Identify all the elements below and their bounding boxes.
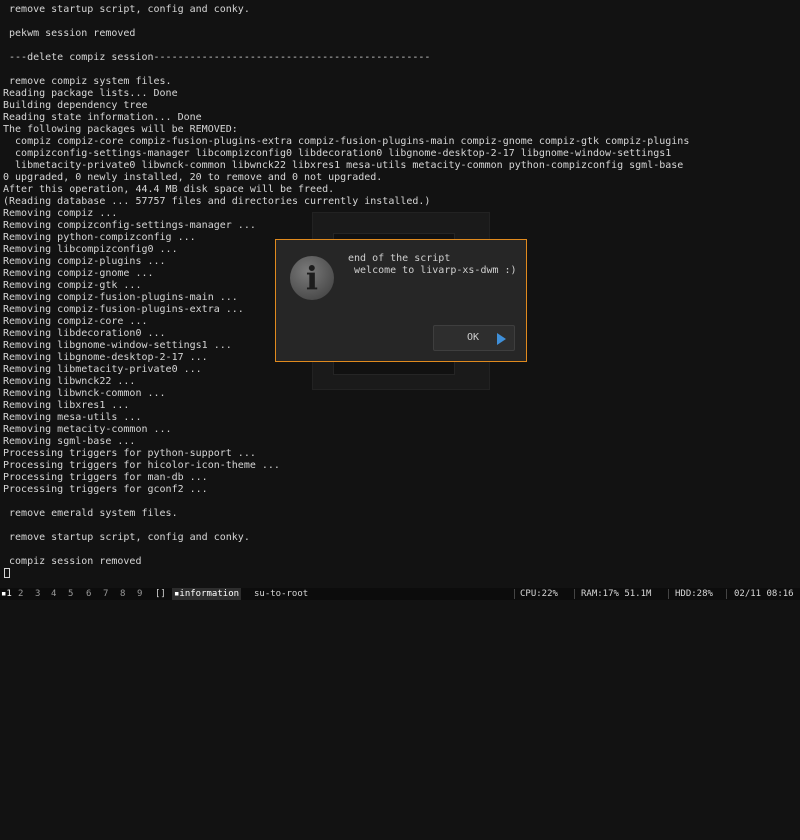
play-arrow-icon	[497, 333, 506, 345]
terminal-line: Processing triggers for hicolor-icon-the…	[3, 460, 280, 471]
hdd-status: HDD:28%	[675, 589, 713, 599]
terminal-line: libmetacity-private0 libwnck-common libw…	[3, 160, 684, 171]
dwm-status-bar: ▪1 2 3 4 5 6 7 8 9 [] ▪information su-to…	[0, 588, 800, 600]
active-window-title[interactable]: ▪information	[172, 588, 242, 600]
dialog-message: end of the script welcome to livarp-xs-d…	[348, 253, 517, 277]
terminal-line: compiz session removed	[3, 556, 142, 567]
status-separator	[668, 589, 669, 599]
ok-button-label: OK	[467, 332, 480, 343]
layout-symbol[interactable]: []	[155, 588, 166, 600]
tag-3[interactable]: 3	[35, 588, 40, 600]
tag-9[interactable]: 9	[137, 588, 142, 600]
status-separator	[726, 589, 727, 599]
terminal-line: remove startup script, config and conky.	[3, 4, 250, 15]
terminal-line: pekwm session removed	[3, 28, 136, 39]
dialog-message-line-2: welcome to livarp-xs-dwm :)	[348, 265, 517, 276]
clock: 02/11 08:16	[734, 589, 794, 599]
terminal-line: Removing sgml-base ...	[3, 436, 136, 447]
info-icon: i	[290, 256, 334, 300]
terminal-line: compizconfig-settings-manager libcompizc…	[3, 148, 672, 159]
terminal-line: 0 upgraded, 0 newly installed, 20 to rem…	[3, 172, 383, 183]
terminal-line: compiz compiz-core compiz-fusion-plugins…	[3, 136, 690, 147]
terminal-line: Processing triggers for gconf2 ...	[3, 484, 208, 495]
tag-4[interactable]: 4	[51, 588, 56, 600]
terminal-line: Processing triggers for python-support .…	[3, 448, 256, 459]
terminal-cursor	[4, 568, 10, 578]
tag-2[interactable]: 2	[18, 588, 23, 600]
cpu-status: CPU:22%	[520, 589, 558, 599]
ram-status: RAM:17% 51.1M	[581, 589, 652, 599]
status-separator	[574, 589, 575, 599]
terminal-line: After this operation, 44.4 MB disk space…	[3, 184, 335, 195]
terminal-line: Removing libxres1 ...	[3, 400, 130, 411]
tag-8[interactable]: 8	[120, 588, 125, 600]
terminal-line: The following packages will be REMOVED:	[3, 124, 238, 135]
terminal-line: Reading package lists... Done	[3, 88, 178, 99]
terminal-line: Reading state information... Done	[3, 112, 202, 123]
terminal-line: remove startup script, config and conky.	[3, 532, 250, 543]
tag-6[interactable]: 6	[86, 588, 91, 600]
window-title-su-to-root[interactable]: su-to-root	[254, 588, 308, 600]
terminal-line: Building dependency tree	[3, 100, 148, 111]
tag-7[interactable]: 7	[103, 588, 108, 600]
terminal-line: Removing mesa-utils ...	[3, 412, 142, 423]
terminal-line: ---delete compiz session----------------…	[3, 52, 431, 63]
terminal-line: (Reading database ... 57757 files and di…	[3, 196, 431, 207]
terminal-line: Removing metacity-common ...	[3, 424, 172, 435]
dialog-message-line-1: end of the script	[348, 253, 451, 264]
tag-1[interactable]: ▪1	[1, 588, 12, 600]
information-dialog: i end of the script welcome to livarp-xs…	[275, 239, 527, 362]
status-separator	[514, 589, 515, 599]
tag-5[interactable]: 5	[68, 588, 73, 600]
terminal-line: remove compiz system files.	[3, 76, 172, 87]
terminal-line: Processing triggers for man-db ...	[3, 472, 208, 483]
ok-button[interactable]: OK	[433, 325, 515, 351]
terminal-line: remove emerald system files.	[3, 508, 178, 519]
